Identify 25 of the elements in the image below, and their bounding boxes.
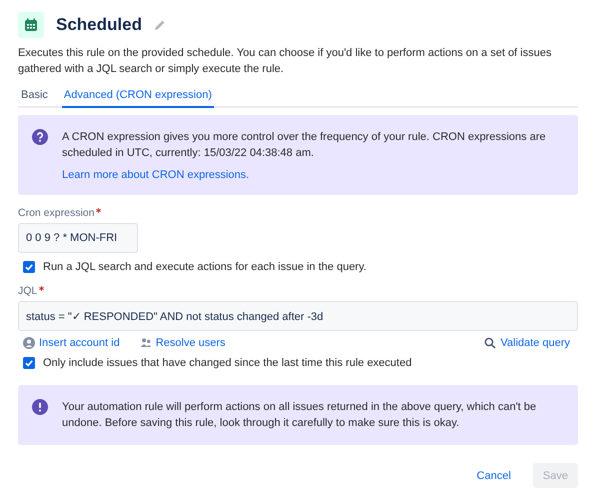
jql-field[interactable]: status = "✓ RESPONDED" AND not status changed after -3d: [18, 301, 578, 331]
exclamation-icon: [32, 399, 48, 415]
resolve-users-link[interactable]: Resolve users: [156, 337, 226, 349]
tab[interactable]: Advanced (CRON expression): [62, 87, 214, 108]
validate-query-link[interactable]: Validate query: [500, 337, 570, 349]
person-icon: [23, 337, 35, 349]
description-text: Executes this rule on the provided schedule. You can choose if you'd like to perform actions on a set of issues gathered with a JQL search or simply execute the rule.: [18, 46, 552, 77]
checkbox[interactable]: [23, 261, 35, 273]
people-icon: [140, 337, 152, 349]
message-text: A CRON expression gives you more control over the frequency of your rule. CRON expressions are scheduled in UTC, currently: 15/03/22 04:38:48 am.: [62, 130, 547, 161]
checkbox[interactable]: [23, 357, 35, 369]
search-icon: [484, 337, 496, 349]
tab[interactable]: Basic: [19, 87, 50, 108]
question-icon: [32, 129, 48, 145]
field-label: Cron expression: [18, 207, 94, 219]
trigger-title: Scheduled: [56, 15, 142, 35]
learn-more-link[interactable]: Learn more about CRON expressions.: [62, 169, 250, 181]
checkbox-label: Run a JQL search and execute actions for each issue in the query.: [43, 261, 366, 273]
checkbox-label: Only include issues that have changed since the last time this rule executed: [43, 357, 412, 369]
message-text: Your automation rule will perform actions on all issues returned in the above query, which can't be undone. Before saving this rule, look through it carefully to make sure this is okay.: [62, 400, 538, 431]
insert-account-link[interactable]: Insert account id: [39, 337, 120, 349]
cancel-button[interactable]: Cancel: [466, 463, 521, 488]
calendar-glyph-icon: [24, 18, 38, 32]
cron-expression-field[interactable]: 0 0 9 ? * MON-FRI: [18, 223, 138, 253]
field-label: JQL: [18, 285, 38, 297]
